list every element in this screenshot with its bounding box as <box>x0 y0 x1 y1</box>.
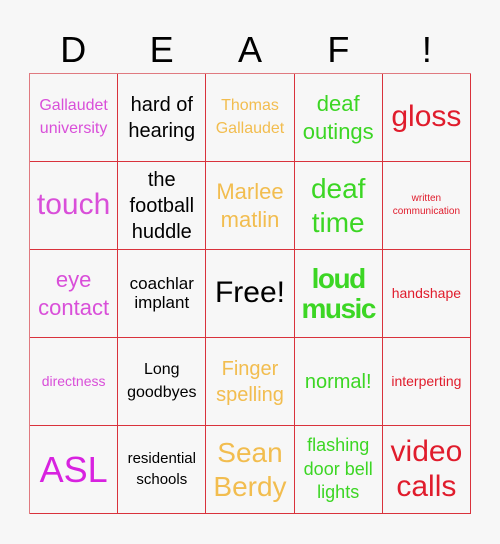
bingo-cell-text: flashing door bell lights <box>303 435 373 503</box>
bingo-cell[interactable]: residential schools <box>118 426 207 514</box>
bingo-cell[interactable]: video calls <box>382 426 471 514</box>
bingo-cell-text: gloss <box>391 100 462 134</box>
bingo-cell-text: deaf time <box>310 172 366 238</box>
bingo-cell-text: eye contact <box>38 267 110 320</box>
bingo-cell[interactable]: Gallaudet university <box>30 74 119 162</box>
bingo-cell[interactable]: coachlar implant <box>118 250 207 338</box>
bingo-cell-text: Long goodbyes <box>127 361 197 401</box>
bingo-cell[interactable]: hard of hearing <box>118 74 207 162</box>
bingo-cell[interactable]: normal! <box>294 338 383 426</box>
bingo-cell-text: Gallaudet university <box>39 97 108 137</box>
header-exclamation: ! <box>421 29 432 70</box>
bingo-cell-text: Thomas Gallaudet <box>215 97 285 137</box>
bingo-cell[interactable]: directness <box>30 338 119 426</box>
bingo-cell-text: residential schools <box>127 450 196 488</box>
header-letter-e: E <box>149 29 174 70</box>
bingo-cell[interactable]: eye contact <box>30 250 119 338</box>
bingo-cell-text: handshape <box>391 284 462 301</box>
bingo-cell-text: deaf outings <box>302 91 374 144</box>
bingo-cell[interactable]: the football huddle <box>118 162 207 250</box>
bingo-cell[interactable]: loud music <box>294 250 383 338</box>
bingo-cell-text: hard of hearing <box>128 93 196 142</box>
bingo-cell[interactable]: deaf outings <box>294 74 383 162</box>
bingo-cell[interactable]: interperting <box>382 338 471 426</box>
free-space-cell[interactable]: Free! <box>206 250 295 338</box>
bingo-cell-text: directness <box>41 372 106 389</box>
bingo-cell[interactable]: touch <box>30 162 119 250</box>
bingo-cell-text: video calls <box>390 435 463 503</box>
bingo-cell[interactable]: written communication <box>382 162 471 250</box>
bingo-cell[interactable]: Sean Berdy <box>206 426 295 514</box>
header-letter-f: F <box>327 29 350 70</box>
bingo-cell-text: Sean Berdy <box>213 436 287 502</box>
bingo-cell[interactable]: flashing door bell lights <box>294 426 383 514</box>
bingo-cell-text: ASL <box>39 448 108 490</box>
bingo-cell-text: touch <box>36 188 111 222</box>
bingo-cell[interactable]: gloss <box>382 74 471 162</box>
bingo-card-grid: Gallaudet university hard of hearing Thoma… <box>29 73 471 514</box>
bingo-cell-text: Marlee matlin <box>216 179 284 232</box>
bingo-cell-text: coachlar implant <box>129 273 194 312</box>
header-letter-d: D <box>60 29 87 70</box>
bingo-cell-text: the football huddle <box>129 168 195 243</box>
bingo-cell[interactable]: Long goodbyes <box>118 338 207 426</box>
bingo-cell[interactable]: ASL <box>30 426 119 514</box>
bingo-cell-text: normal! <box>304 370 372 393</box>
bingo-cell[interactable]: Marlee matlin <box>206 162 295 250</box>
bingo-cell[interactable]: handshape <box>382 250 471 338</box>
bingo-cell[interactable]: Thomas Gallaudet <box>206 74 295 162</box>
bingo-cell-text: interperting <box>391 372 462 389</box>
header-letter-a: A <box>238 29 263 70</box>
bingo-cell-text: Finger spelling <box>216 357 284 406</box>
bingo-header: D E A F ! <box>29 28 471 72</box>
bingo-cell[interactable]: Finger spelling <box>206 338 295 426</box>
bingo-cell-text: Free! <box>214 276 285 310</box>
bingo-cell-text: written communication <box>392 193 461 217</box>
bingo-cell-text: loud music <box>301 263 376 324</box>
bingo-cell[interactable]: deaf time <box>294 162 383 250</box>
